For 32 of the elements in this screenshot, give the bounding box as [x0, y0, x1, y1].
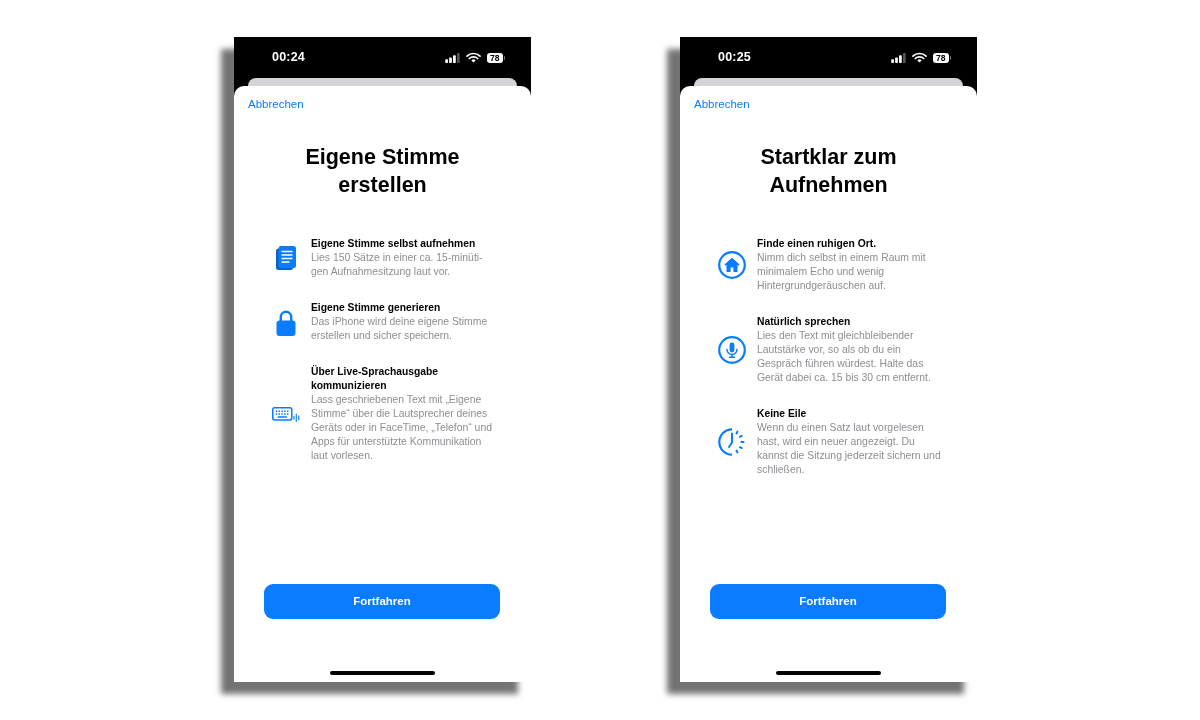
feature-description: Lies 150 Sätze in einer ca. 15-minüti-gen Aufnahmesitzung laut vor. [311, 251, 484, 279]
microphone-icon [718, 336, 746, 364]
feature-description: Lass geschriebenen Text mit „Eigene Stimme“ über die Lautsprecher deines Geräts oder in FaceTime, „Telefon“ und Apps für unterstützte Kommunikation laut vorlesen. [311, 393, 493, 463]
feature-description: Wenn du einen Satz laut vorgelesen hast, wird ein neuer angezeigt. Du kannst die Sitzung jederzeit sichern und schließen. [757, 421, 942, 477]
continue-button[interactable]: Fortfahren [710, 584, 946, 619]
continue-button[interactable]: Fortfahren [264, 584, 500, 619]
status-time: 00:25 [718, 49, 751, 67]
feature-title: Eigene Stimme generieren [311, 301, 442, 315]
cancel-link[interactable]: Abbrechen [694, 96, 750, 112]
feature-title: Natürlich sprechen [757, 315, 852, 329]
wifi-icon [912, 52, 928, 63]
document-icon [276, 246, 296, 270]
house-icon [718, 251, 746, 279]
feature-description: Lies den Text mit gleichbleibender Lautstärke vor, so als ob du ein Gespräch führen würdest. Halte das Gerät dabei ca. 15 bis 30 cm entfernt. [757, 329, 932, 385]
battery-indicator: 78 [933, 52, 951, 63]
clock-icon [718, 428, 746, 456]
feature-title: Keine Eile [757, 407, 808, 421]
status-time: 00:24 [272, 49, 305, 67]
sheet-title: Eigene Stimme erstellen [304, 144, 461, 199]
feature-description: Das iPhone wird deine eigene Stimme erstellen und sicher speichern. [311, 315, 489, 343]
signal-icon [445, 52, 461, 63]
battery-indicator: 78 [487, 52, 505, 63]
signal-icon [891, 52, 907, 63]
feature-title: Über Live-Sprachausgabe kommunizieren [311, 365, 440, 393]
feature-title: Finde einen ruhigen Ort. [757, 237, 877, 251]
sheet-title: Startklar zum Aufnehmen [759, 144, 898, 199]
lock-icon [276, 308, 296, 336]
feature-description: Nimm dich selbst in einem Raum mit minimalem Echo und wenig Hintergrundgeräuschen auf. [757, 251, 927, 293]
wifi-icon [466, 52, 482, 63]
cancel-link[interactable]: Abbrechen [248, 96, 304, 112]
keyboard-icon [272, 405, 300, 423]
feature-title: Eigene Stimme selbst aufnehmen [311, 237, 477, 251]
